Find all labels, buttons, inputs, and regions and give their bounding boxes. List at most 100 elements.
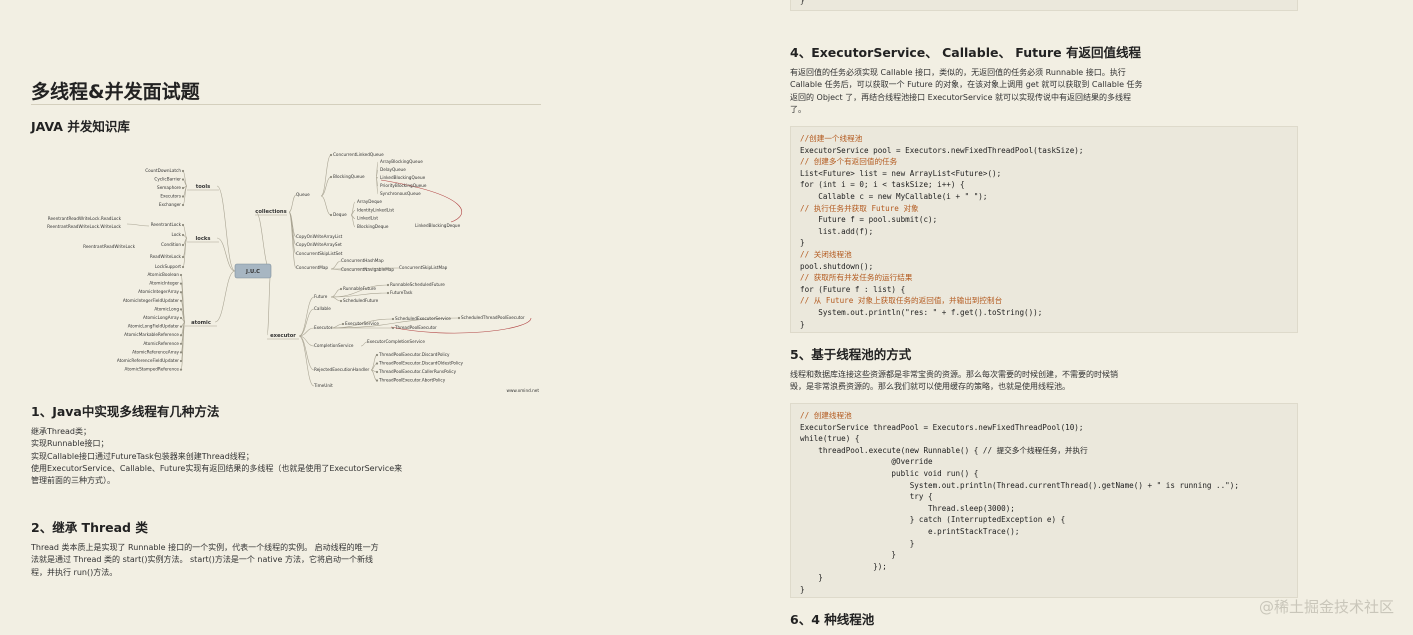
mindmap-node: Lock: [171, 232, 181, 237]
mindmap-node: AtomicInteger: [149, 281, 179, 286]
mindmap-node: CompletionService: [314, 343, 354, 348]
mindmap-node: BlockingQueue: [333, 174, 365, 179]
mindmap-node: CopyOnWriteArrayList: [296, 234, 343, 239]
mindmap-node: ConcurrentNavigableMap: [341, 267, 394, 272]
code-line: while(true) {: [800, 434, 860, 444]
mindmap-category: locks: [196, 236, 211, 242]
section-5-body: 线程和数据库连接这些资源都是非常宝贵的资源。那么每次需要的时候创建，不需要的时候…: [790, 369, 1118, 394]
mindmap-category: executor: [270, 333, 296, 339]
mindmap-node: ThreadPoolExecutor: [394, 325, 437, 330]
code-line: pool.shutdown();: [800, 261, 874, 271]
mindmap-node: ConcurrentLinkedQueue: [333, 152, 384, 157]
mindmap-node: AtomicReference: [143, 341, 179, 346]
section-1-line: 实现Callable接口通过FutureTask包装器来创建Thread线程；: [31, 451, 254, 461]
mindmap-node: AtomicLongFieldUpdater: [128, 324, 180, 329]
mindmap-node: ReentrantReadWriteLock: [83, 244, 135, 249]
mindmap-node: AtomicLongArray: [143, 315, 179, 320]
mindmap-node: CopyOnWriteArraySet: [296, 242, 342, 247]
mindmap-node: ScheduledExecutorService: [395, 316, 451, 321]
mindmap-node: CountDownLatch: [145, 168, 181, 173]
mindmap-node: AtomicBoolean: [148, 272, 180, 277]
section-1-line: 使用ExecutorService、Callable、Future实现有返回结果…: [31, 463, 403, 473]
mindmap-node: DelayQueue: [380, 167, 406, 172]
mindmap-node: ScheduledThreadPoolExecutor: [461, 315, 525, 320]
code-line: // 创建多个有返回值的任务: [800, 157, 898, 167]
section-1-line: 实现Runnable接口；: [31, 439, 109, 449]
code-line: }: [800, 550, 897, 560]
code-line: try {: [800, 492, 933, 502]
mindmap-node: ConcurrentMap: [296, 265, 328, 270]
mindmap-node: ExecutorService: [345, 321, 379, 326]
site-watermark: @稀土掘金技术社区: [1258, 598, 1394, 616]
section-2-title: 2、继承 Thread 类: [31, 520, 148, 535]
mindmap-node: AtomicIntegerFieldUpdater: [123, 298, 179, 303]
mindmap-center-label: J.U.C: [245, 269, 260, 275]
mindmap-node: BlockingDeque: [357, 224, 389, 229]
code-line: for (int i = 0; i < taskSize; i++) {: [800, 180, 965, 190]
code-line: }: [800, 573, 823, 583]
code-line: e.printStackTrace();: [800, 526, 1020, 536]
code-line: //创建一个线程池: [800, 134, 863, 143]
code-line: for (Future f : list) {: [800, 284, 906, 294]
section-1-line: 继承Thread类；: [31, 427, 91, 436]
mindmap-node: Deque: [333, 212, 347, 217]
section-4-line: 了。: [790, 104, 806, 114]
mindmap-node: ArrayBlockingQueue: [380, 159, 423, 164]
section-5-title: 5、基于线程池的方式: [790, 347, 912, 362]
juc-mindmap: J.U.C tools locks atomic collections executor…: [47, 152, 540, 393]
title-divider: [31, 104, 541, 105]
mindmap-category: collections: [255, 209, 286, 215]
code-line: @Override: [800, 457, 933, 467]
section-1-body: 继承Thread类； 实现Runnable接口； 实现Callable接口通过F…: [31, 426, 402, 487]
mindmap-node: Condition: [161, 242, 181, 247]
section-2-line: 法就是通过 Thread 类的 start()实例方法。 start()方法是一…: [31, 555, 373, 565]
page-title: 多线程&并发面试题: [31, 81, 200, 103]
mindmap-node: PriorityBlockingQueue: [380, 183, 427, 188]
code-line: System.out.println(Thread.currentThread(…: [800, 480, 1239, 490]
code-line: }: [800, 538, 915, 548]
mindmap-node: Executors: [160, 194, 181, 199]
mindmap-node: LockSupport: [155, 264, 181, 269]
page-subtitle: JAVA 并发知识库: [31, 119, 130, 134]
section-4-line: 返回的 Object 了，再结合线程池接口 ExecutorService 就可…: [790, 92, 1132, 102]
mindmap-lines: [126, 154, 532, 387]
mindmap-node: RunnableFuture: [343, 286, 376, 291]
mindmap-node: LinkedList: [357, 216, 378, 221]
mindmap-node: AtomicIntegerArray: [138, 289, 179, 294]
code-line: }: [800, 238, 805, 248]
mindmap-category: atomic: [191, 320, 211, 326]
mindmap-node: SynchronousQueue: [380, 191, 421, 196]
section-4-line: Callable 任务后，可以获取一个 Future 的对象，在该对象上调用 g…: [790, 80, 1143, 90]
mindmap-credit: www.xmind.net: [507, 388, 540, 393]
mindmap-node: RunnableScheduledFuture: [390, 282, 445, 287]
code-line: list.add(f);: [800, 226, 874, 236]
code-line: // 执行任务并获取 Future 对象: [800, 203, 919, 213]
code-line: // 关闭线程池: [800, 249, 852, 259]
mindmap-node: LinkedBlockingQueue: [380, 175, 426, 180]
section-2-line: Thread 类本质上是实现了 Runnable 接口的一个实例，代表一个线程的…: [31, 543, 379, 552]
mindmap-node: AtomicStampedReference: [125, 367, 180, 372]
mindmap-node: AtomicLong: [154, 306, 179, 311]
code-line: threadPool.execute(new Runnable() { // 提…: [800, 445, 1088, 455]
section-5-line: 线程和数据库连接这些资源都是非常宝贵的资源。那么每次需要的时候创建，不需要的时候…: [790, 370, 1118, 379]
mindmap-node: ReentrantLock: [151, 222, 182, 227]
mindmap-node: Callable: [314, 306, 331, 311]
section-5-line: 毁，是非常浪费资源的。那么我们就可以使用缓存的策略，也就是使用线程池。: [790, 382, 1070, 392]
mindmap-node: AtomicReferenceFieldUpdater: [117, 358, 179, 363]
mindmap-node: Executor: [314, 325, 333, 330]
mindmap-node: ThreadPoolExecutor.DiscardOldestPolicy: [378, 361, 464, 366]
section-2-body: Thread 类本质上是实现了 Runnable 接口的一个实例，代表一个线程的…: [31, 542, 379, 579]
code-line: }: [800, 0, 805, 5]
code-line: // 获取所有并发任务的运行结果: [800, 273, 913, 283]
code-line: // 从 Future 对象上获取任务的返回值，并输出到控制台: [800, 296, 1003, 306]
mindmap-node: RejectedExecutionHandler: [314, 367, 370, 372]
mindmap-node: ReadWriteLock: [150, 254, 182, 259]
code-line: }: [800, 319, 805, 329]
section-1-line: 管理前面的三种方式）。: [31, 476, 115, 486]
mindmap-node: ThreadPoolExecutor.CallerRunsPolicy: [378, 369, 457, 374]
code-line: List<Future> list = new ArrayList<Future…: [800, 168, 1002, 178]
mindmap-node: LinkedBlockingDeque: [415, 223, 461, 228]
mindmap-node: Exchanger: [159, 202, 181, 207]
section-2-line: 程，并执行 run()方法。: [31, 567, 118, 577]
mindmap-node: ScheduledFuture: [343, 298, 379, 303]
